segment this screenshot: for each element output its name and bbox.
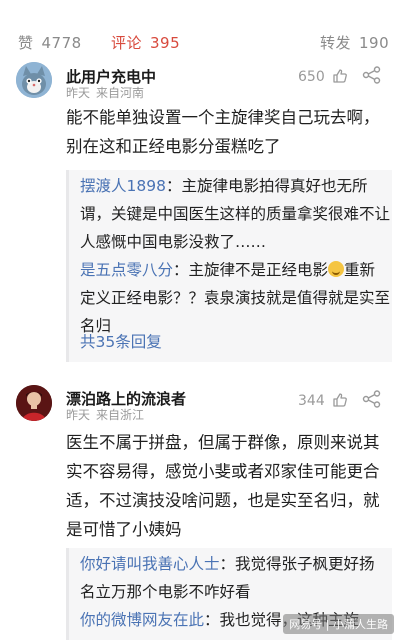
share-icon[interactable] — [362, 66, 382, 84]
smile-emoji-icon — [328, 261, 345, 277]
like-count: 344 — [298, 393, 325, 409]
comment-meta: 昨天 来自河南 — [66, 84, 144, 101]
reply-separator: ： — [204, 611, 220, 629]
reply-divider — [66, 170, 69, 362]
reply-item: 摆渡人1898：主旋律电影拍得真好也无所谓，关键是中国医生这样的质量拿奖很难不让… — [80, 172, 390, 256]
like-count: 650 — [298, 69, 325, 85]
comment-location: 来自河南 — [96, 86, 145, 100]
more-replies-link[interactable]: 共35条回复 — [80, 330, 162, 352]
tab-comments-count: 395 — [150, 34, 181, 52]
reply-username[interactable]: 是五点零八分 — [80, 261, 173, 279]
reply-username[interactable]: 摆渡人1898 — [80, 177, 166, 195]
reply-separator: ： — [165, 177, 182, 195]
tab-reposts-label: 转发 — [320, 34, 352, 52]
reply-box: 摆渡人1898：主旋律电影拍得真好也无所谓，关键是中国医生这样的质量拿奖很难不让… — [66, 170, 392, 362]
avatar[interactable] — [16, 385, 52, 421]
tab-reposts-count: 190 — [359, 34, 390, 52]
reply-separator: ： — [173, 261, 189, 279]
comment-text: 医生不属于拼盘，但属于群像，原则来说其实不容易得，感觉小斐或者邓家佳可能更合适，… — [66, 433, 380, 539]
comment-time: 昨天 — [66, 86, 91, 100]
comment-text: 能不能单独设置一个主旋律奖自己玩去啊，别在这和正经电影分蛋糕吃了 — [66, 108, 380, 156]
thumbs-up-icon — [333, 69, 348, 83]
like-button[interactable]: 344 — [298, 392, 348, 409]
reply-username[interactable]: 你的微博网友在此 — [80, 611, 204, 629]
reply-separator: ： — [219, 555, 236, 573]
watermark: 网易号 | 小蒲人生路 — [283, 614, 394, 634]
reply-item: 你好请叫我善心人士：我觉得张子枫更好扬名立万那个电影不咋好看 — [80, 550, 390, 606]
like-button[interactable]: 650 — [298, 68, 348, 85]
thumbs-up-icon — [333, 393, 348, 407]
reply-text: 主旋律不是正经电影 — [188, 261, 329, 279]
tab-likes-count: 4778 — [41, 34, 82, 52]
comment-meta: 昨天 来自浙江 — [66, 406, 144, 423]
share-icon[interactable] — [362, 390, 382, 408]
tab-likes-label: 赞 — [18, 34, 34, 52]
reply-item: 是五点零八分：主旋律不是正经电影 重新定义正经电影？？袁泉演技就是值得就是实至名归 — [80, 256, 390, 340]
avatar[interactable] — [16, 62, 52, 98]
reply-username[interactable]: 你好请叫我善心人士 — [80, 555, 220, 573]
tab-comments[interactable]: 评论 395 — [111, 32, 180, 53]
tab-likes[interactable]: 赞 4778 — [18, 32, 82, 53]
avatar-cat-icon — [16, 62, 52, 98]
comment-time: 昨天 — [66, 408, 91, 422]
tab-comments-label: 评论 — [111, 34, 143, 52]
tab-reposts[interactable]: 转发 190 — [320, 32, 389, 53]
comment-location: 来自浙江 — [96, 408, 145, 422]
avatar-portrait-icon — [16, 385, 52, 421]
reply-divider — [66, 548, 69, 640]
